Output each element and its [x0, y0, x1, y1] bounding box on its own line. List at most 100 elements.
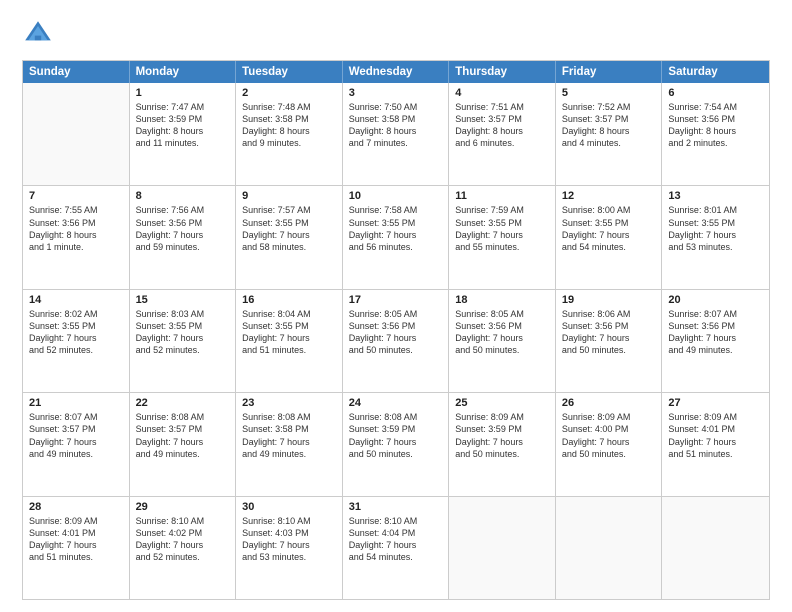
day-number: 6	[668, 87, 763, 99]
header-day-saturday: Saturday	[662, 61, 769, 83]
cell-info-line: Sunrise: 7:51 AM	[455, 101, 549, 113]
cell-info-line: Daylight: 7 hours	[349, 229, 443, 241]
day-number: 18	[455, 294, 549, 306]
calendar-cell: 19Sunrise: 8:06 AMSunset: 3:56 PMDayligh…	[556, 290, 663, 392]
calendar-cell	[662, 497, 769, 599]
day-number: 23	[242, 397, 336, 409]
day-number: 20	[668, 294, 763, 306]
cell-info-line: Sunset: 3:58 PM	[242, 423, 336, 435]
cell-info-line: and 50 minutes.	[562, 448, 656, 460]
calendar-row-1: 7Sunrise: 7:55 AMSunset: 3:56 PMDaylight…	[23, 185, 769, 288]
cell-info-line: Sunrise: 8:08 AM	[349, 411, 443, 423]
cell-info-line: Daylight: 7 hours	[349, 436, 443, 448]
cell-info-line: Sunrise: 7:47 AM	[136, 101, 230, 113]
cell-info-line: Sunrise: 8:08 AM	[136, 411, 230, 423]
cell-info-line: Sunset: 3:55 PM	[668, 217, 763, 229]
calendar-cell: 2Sunrise: 7:48 AMSunset: 3:58 PMDaylight…	[236, 83, 343, 185]
cell-info-line: Sunrise: 8:09 AM	[455, 411, 549, 423]
calendar-cell: 15 Sunrise: 8:03 AMSunset: 3:55 PMDayligh…	[130, 290, 237, 392]
cell-info-line: Daylight: 7 hours	[136, 539, 230, 551]
cell-info-line: Sunrise: 8:03 AM	[136, 308, 230, 320]
cell-info-line: Sunset: 4:02 PM	[136, 527, 230, 539]
cell-info-line: Sunrise: 8:08 AM	[242, 411, 336, 423]
day-number: 28	[29, 501, 123, 513]
calendar-cell: 1Sunrise: 7:47 AMSunset: 3:59 PMDaylight…	[130, 83, 237, 185]
cell-info-line: and 52 minutes.	[136, 551, 230, 563]
calendar-cell: 31Sunrise: 8:10 AMSunset: 4:04 PMDayligh…	[343, 497, 450, 599]
cell-info-line: and 4 minutes.	[562, 137, 656, 149]
logo-icon	[22, 18, 54, 50]
day-number: 19	[562, 294, 656, 306]
cell-info-line: Sunrise: 8:00 AM	[562, 204, 656, 216]
cell-info-line: Sunset: 3:56 PM	[668, 113, 763, 125]
cell-info-line: Sunset: 3:55 PM	[136, 320, 230, 332]
day-number: 30	[242, 501, 336, 513]
header-day-friday: Friday	[556, 61, 663, 83]
calendar-cell	[23, 83, 130, 185]
day-number: 11	[455, 190, 549, 202]
cell-info-line: Sunset: 3:59 PM	[455, 423, 549, 435]
day-number: 1	[136, 87, 230, 99]
calendar-cell: 27Sunrise: 8:09 AMSunset: 4:01 PMDayligh…	[662, 393, 769, 495]
cell-info-line: and 49 minutes.	[136, 448, 230, 460]
cell-info-line: Sunset: 4:00 PM	[562, 423, 656, 435]
cell-info-line: and 1 minute.	[29, 241, 123, 253]
cell-info-line: Daylight: 7 hours	[349, 332, 443, 344]
cell-info-line: Daylight: 7 hours	[136, 332, 230, 344]
day-number: 31	[349, 501, 443, 513]
calendar-cell: 3Sunrise: 7:50 AMSunset: 3:58 PMDaylight…	[343, 83, 450, 185]
cell-info-line: and 2 minutes.	[668, 137, 763, 149]
cell-info-line: and 11 minutes.	[136, 137, 230, 149]
cell-info-line: Sunrise: 8:09 AM	[29, 515, 123, 527]
cell-info-line: Daylight: 7 hours	[349, 539, 443, 551]
calendar-cell: 11Sunrise: 7:59 AMSunset: 3:55 PMDayligh…	[449, 186, 556, 288]
cell-info-line: Sunrise: 7:52 AM	[562, 101, 656, 113]
calendar-cell: 16Sunrise: 8:04 AMSunset: 3:55 PMDayligh…	[236, 290, 343, 392]
day-number: 5	[562, 87, 656, 99]
day-number: 14	[29, 294, 123, 306]
cell-info-line: Sunrise: 7:55 AM	[29, 204, 123, 216]
cell-info-line: Sunrise: 7:58 AM	[349, 204, 443, 216]
calendar-cell: 22Sunrise: 8:08 AMSunset: 3:57 PMDayligh…	[130, 393, 237, 495]
cell-info-line: Daylight: 7 hours	[562, 229, 656, 241]
day-number: 17	[349, 294, 443, 306]
calendar-row-3: 21Sunrise: 8:07 AMSunset: 3:57 PMDayligh…	[23, 392, 769, 495]
cell-info-line: and 49 minutes.	[29, 448, 123, 460]
cell-info-line: Sunrise: 8:07 AM	[668, 308, 763, 320]
cell-info-line: Daylight: 8 hours	[29, 229, 123, 241]
cell-info-line: and 54 minutes.	[562, 241, 656, 253]
cell-info-line: Daylight: 7 hours	[455, 436, 549, 448]
cell-info-line: Daylight: 7 hours	[29, 436, 123, 448]
header-day-wednesday: Wednesday	[343, 61, 450, 83]
cell-info-line: Daylight: 7 hours	[562, 436, 656, 448]
day-number: 3	[349, 87, 443, 99]
cell-info-line: Sunrise: 7:59 AM	[455, 204, 549, 216]
cell-info-line: Sunrise: 7:50 AM	[349, 101, 443, 113]
cell-info-line: Sunset: 4:01 PM	[29, 527, 123, 539]
calendar-cell: 21Sunrise: 8:07 AMSunset: 3:57 PMDayligh…	[23, 393, 130, 495]
day-number: 24	[349, 397, 443, 409]
logo	[22, 18, 58, 50]
cell-info-line: Sunrise: 8:09 AM	[668, 411, 763, 423]
cell-info-line: and 50 minutes.	[455, 344, 549, 356]
calendar-cell: 8Sunrise: 7:56 AMSunset: 3:56 PMDaylight…	[130, 186, 237, 288]
calendar: SundayMondayTuesdayWednesdayThursdayFrid…	[22, 60, 770, 600]
cell-info-line: Daylight: 8 hours	[349, 125, 443, 137]
calendar-cell: 4Sunrise: 7:51 AMSunset: 3:57 PMDaylight…	[449, 83, 556, 185]
cell-info-line: and 49 minutes.	[242, 448, 336, 460]
cell-info-line: Daylight: 7 hours	[455, 229, 549, 241]
day-number: 16	[242, 294, 336, 306]
calendar-row-0: 1Sunrise: 7:47 AMSunset: 3:59 PMDaylight…	[23, 83, 769, 185]
cell-info-line: and 54 minutes.	[349, 551, 443, 563]
day-number: 9	[242, 190, 336, 202]
cell-info-line: and 50 minutes.	[349, 344, 443, 356]
cell-info-line: and 52 minutes.	[29, 344, 123, 356]
day-number: 12	[562, 190, 656, 202]
day-number: 15	[136, 294, 230, 306]
day-number: 29	[136, 501, 230, 513]
cell-info-line: Daylight: 8 hours	[136, 125, 230, 137]
calendar-cell: 24Sunrise: 8:08 AMSunset: 3:59 PMDayligh…	[343, 393, 450, 495]
day-number: 13	[668, 190, 763, 202]
calendar-cell: 28Sunrise: 8:09 AMSunset: 4:01 PMDayligh…	[23, 497, 130, 599]
day-number: 2	[242, 87, 336, 99]
